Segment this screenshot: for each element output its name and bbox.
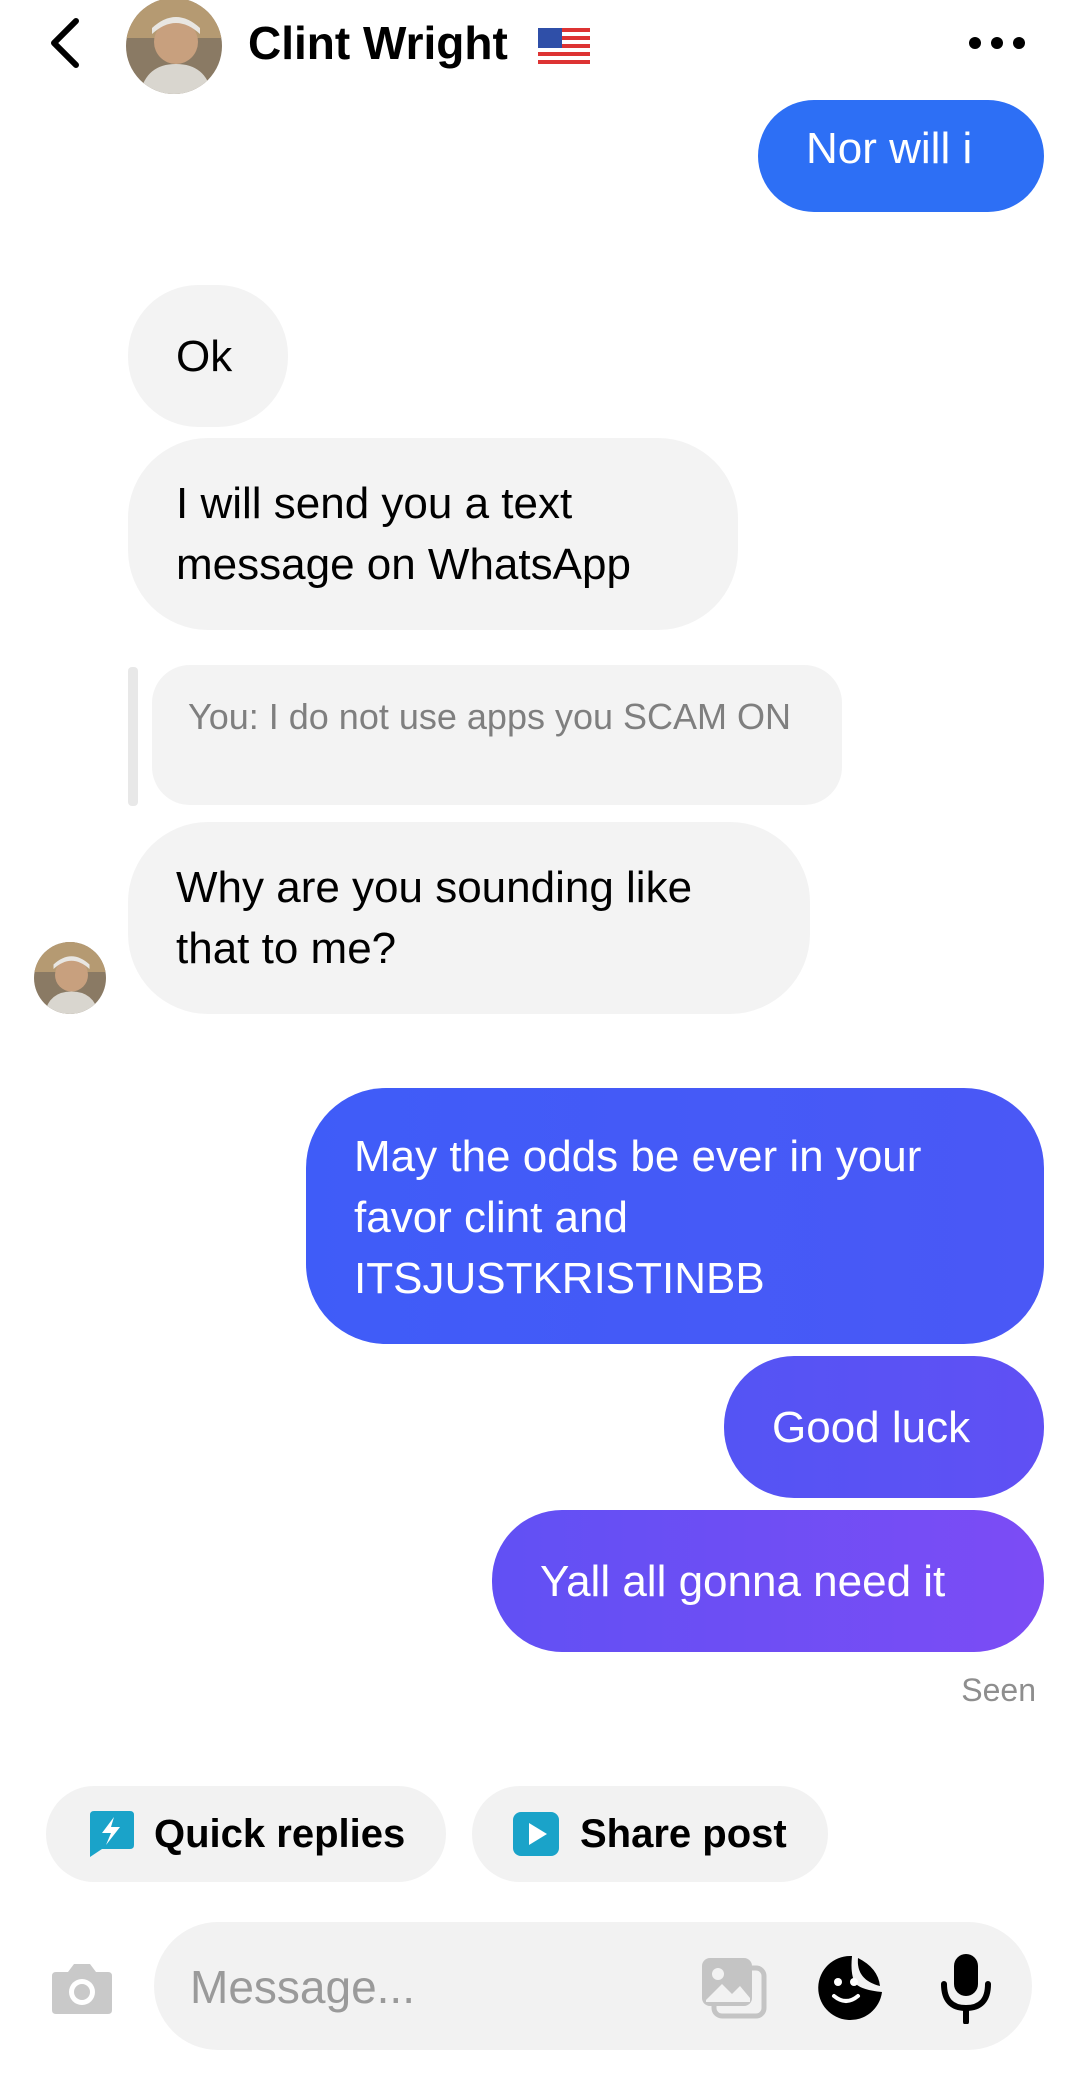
message-input[interactable] [190,1952,670,2022]
quick-replies-label: Quick replies [154,1811,406,1856]
microphone-icon[interactable] [938,1952,994,2024]
seen-status: Seen [961,1672,1036,1708]
message-bubble-incoming[interactable]: Ok [128,285,288,427]
back-button[interactable] [40,10,90,76]
gallery-icon[interactable] [698,1954,768,2020]
message-bubble-incoming[interactable]: I will send you a text message on WhatsA… [128,438,738,630]
message-bubble-outgoing[interactable]: Yall all gonna need it [492,1510,1044,1652]
message-bubble-outgoing[interactable]: Good luck [724,1356,1044,1498]
share-post-label: Share post [580,1811,787,1856]
lightning-chat-icon [84,1809,136,1859]
more-horizontal-icon [969,37,1025,49]
play-square-icon [510,1809,562,1859]
share-post-button[interactable]: Share post [472,1786,828,1882]
chat-header: Clint Wright [0,0,1080,96]
more-options-button[interactable] [962,18,1032,68]
page-title[interactable]: Clint Wright [248,16,508,70]
reply-indicator [128,667,138,806]
message-bubble-outgoing[interactable]: May the odds be ever in your favor clint… [306,1088,1044,1344]
avatar[interactable] [126,0,222,94]
us-flag-icon [538,28,590,64]
sticker-icon[interactable] [816,1954,884,2022]
message-bubble-incoming[interactable]: Why are you sounding like that to me? [128,822,810,1014]
reply-quote[interactable]: You: I do not use apps you SCAM ON [152,665,842,805]
avatar[interactable] [34,942,106,1014]
quick-replies-button[interactable]: Quick replies [46,1786,446,1882]
camera-icon[interactable] [48,1958,116,2018]
chevron-left-icon [51,18,79,68]
message-bubble-outgoing[interactable]: Nor will i [758,100,1044,212]
